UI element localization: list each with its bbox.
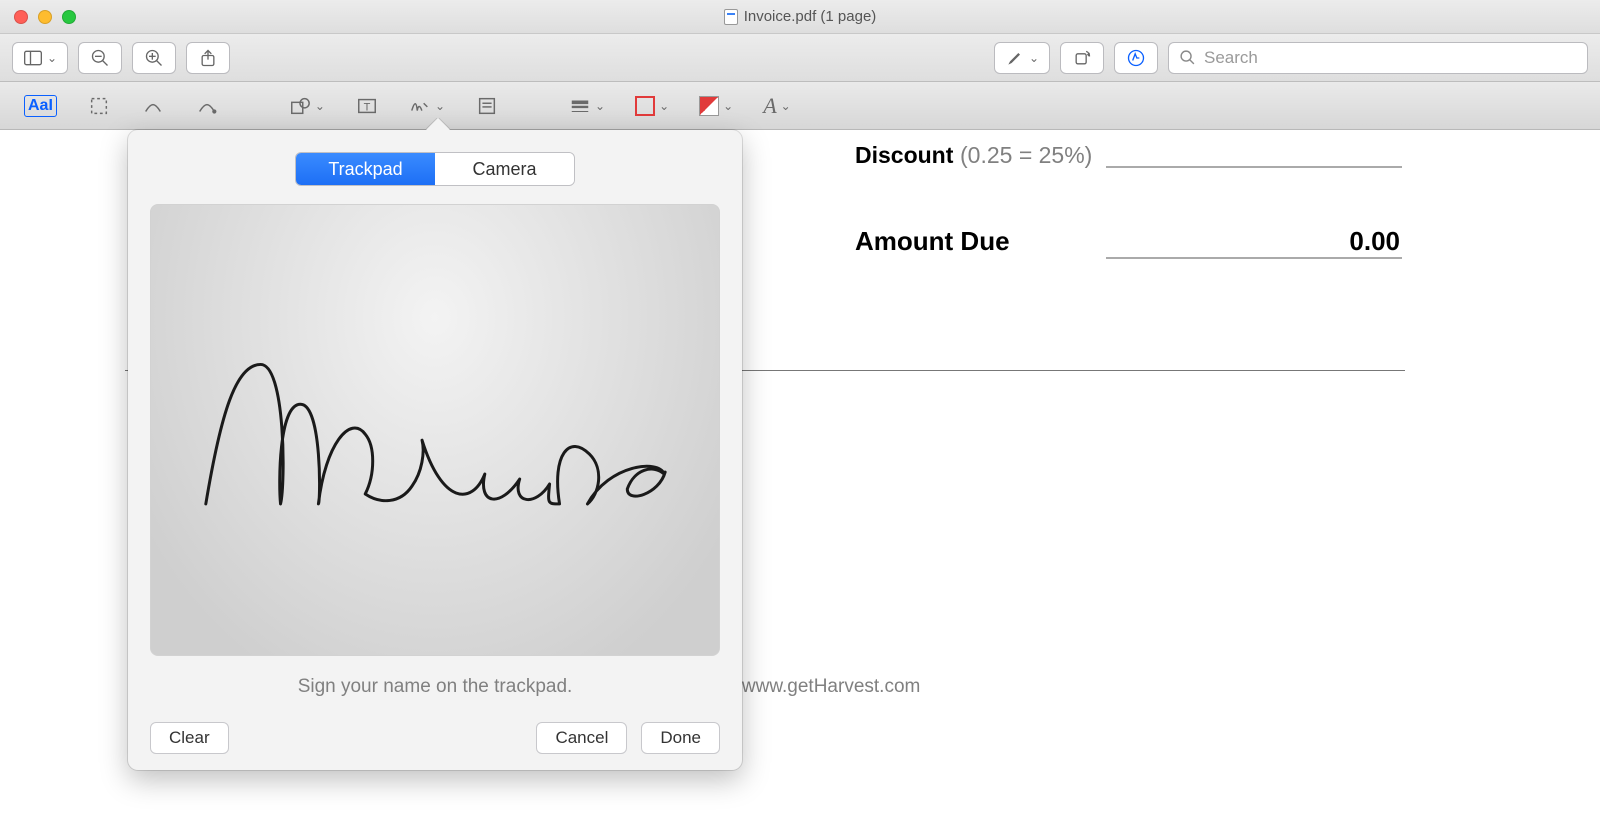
document-icon: [724, 9, 738, 25]
window-title-text: Invoice.pdf (1 page): [744, 8, 877, 25]
signature-popover: Trackpad Camera Sign your name on the tr…: [128, 130, 742, 770]
amount-due-value: 0.00: [1349, 226, 1400, 257]
zoom-in-button[interactable]: [132, 42, 176, 74]
chevron-down-icon: ⌄: [1029, 51, 1039, 65]
window-titlebar: Invoice.pdf (1 page): [0, 0, 1600, 34]
chevron-down-icon: ⌄: [47, 51, 57, 65]
shapes-button[interactable]: ⌄: [281, 89, 333, 123]
signature-pad[interactable]: [150, 204, 720, 656]
fill-color-button[interactable]: ⌄: [691, 89, 741, 123]
main-toolbar: ⌄ ⌄ Search: [0, 34, 1600, 82]
border-style-button[interactable]: ⌄: [561, 89, 613, 123]
tab-trackpad[interactable]: Trackpad: [296, 153, 435, 185]
zoom-out-button[interactable]: [78, 42, 122, 74]
done-button[interactable]: Done: [641, 722, 720, 754]
chevron-down-icon: ⌄: [595, 99, 605, 113]
textbox-button[interactable]: T: [347, 89, 387, 123]
signature-source-segmented: Trackpad Camera: [295, 152, 575, 186]
chevron-down-icon: ⌄: [781, 99, 791, 113]
rotate-button[interactable]: [1060, 42, 1104, 74]
popover-button-row: Clear Cancel Done: [150, 722, 720, 754]
discount-field-line: [1106, 166, 1402, 168]
color-swatch-icon: [635, 96, 655, 116]
share-button[interactable]: [186, 42, 230, 74]
clear-button[interactable]: Clear: [150, 722, 229, 754]
search-field[interactable]: Search: [1168, 42, 1588, 74]
highlight-button[interactable]: ⌄: [994, 42, 1050, 74]
search-placeholder: Search: [1204, 48, 1258, 68]
sketch-button[interactable]: [133, 89, 173, 123]
svg-text:T: T: [364, 101, 371, 113]
cancel-button[interactable]: Cancel: [536, 722, 627, 754]
rect-select-button[interactable]: [79, 89, 119, 123]
fill-swatch-icon: [699, 96, 719, 116]
amount-due-line: [1106, 257, 1402, 259]
amount-due-label: Amount Due: [855, 226, 1010, 257]
border-color-button[interactable]: ⌄: [627, 89, 677, 123]
search-icon: [1179, 49, 1196, 66]
signature-stroke: [151, 205, 719, 614]
chevron-down-icon: ⌄: [659, 99, 669, 113]
discount-label: Discount: [855, 142, 953, 169]
window-title: Invoice.pdf (1 page): [0, 8, 1600, 25]
popover-arrow: [426, 118, 450, 130]
sidebar-toggle-button[interactable]: ⌄: [12, 42, 68, 74]
markup-toolbar: AaI ⌄ T ⌄ ⌄ ⌄ ⌄ A ⌄: [0, 82, 1600, 130]
draw-button[interactable]: [187, 89, 227, 123]
note-button[interactable]: [467, 89, 507, 123]
font-style-button[interactable]: A ⌄: [755, 89, 799, 123]
tab-camera[interactable]: Camera: [435, 153, 574, 185]
chevron-down-icon: ⌄: [315, 99, 325, 113]
chevron-down-icon: ⌄: [723, 99, 733, 113]
signature-hint: Sign your name on the trackpad.: [150, 676, 720, 698]
discount-hint: (0.25 = 25%): [960, 142, 1092, 169]
markup-toggle-button[interactable]: [1114, 42, 1158, 74]
chevron-down-icon: ⌄: [435, 99, 445, 113]
text-style-button[interactable]: AaI: [16, 89, 65, 123]
